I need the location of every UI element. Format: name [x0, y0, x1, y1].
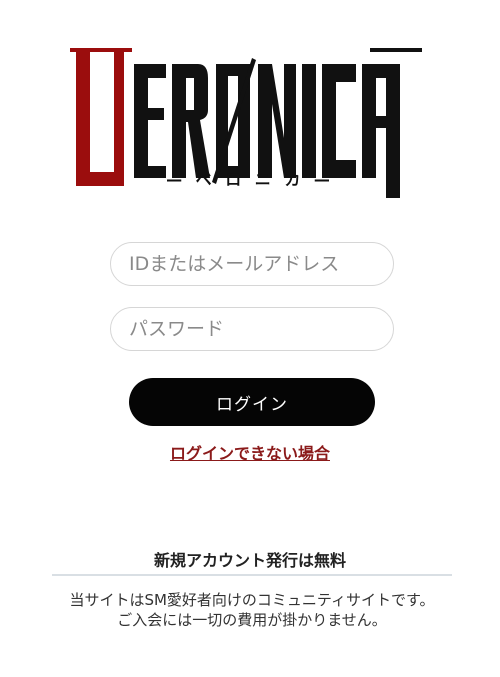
id-or-email-input[interactable] — [110, 242, 394, 286]
login-button[interactable]: ログイン — [129, 378, 375, 426]
password-input[interactable] — [110, 307, 394, 351]
login-trouble-link[interactable]: ログインできない場合 — [0, 440, 500, 464]
section-divider — [52, 574, 452, 576]
login-page: — ベ ロ ニ カ — ログイン ログインできない場合 新規アカウント発行は無料… — [0, 0, 500, 677]
description-line-1: 当サイトはSM愛好者向けのコミュニティサイトです。 — [69, 591, 435, 609]
signup-description: 当サイトはSM愛好者向けのコミュニティサイトです。 ご入会には一切の費用が掛かり… — [52, 590, 452, 630]
description-line-2: ご入会には一切の費用が掛かりません。 — [117, 611, 387, 629]
signup-section-title: 新規アカウント発行は無料 — [153, 551, 346, 570]
logo-subtitle: — ベ ロ ニ カ — — [166, 170, 334, 189]
